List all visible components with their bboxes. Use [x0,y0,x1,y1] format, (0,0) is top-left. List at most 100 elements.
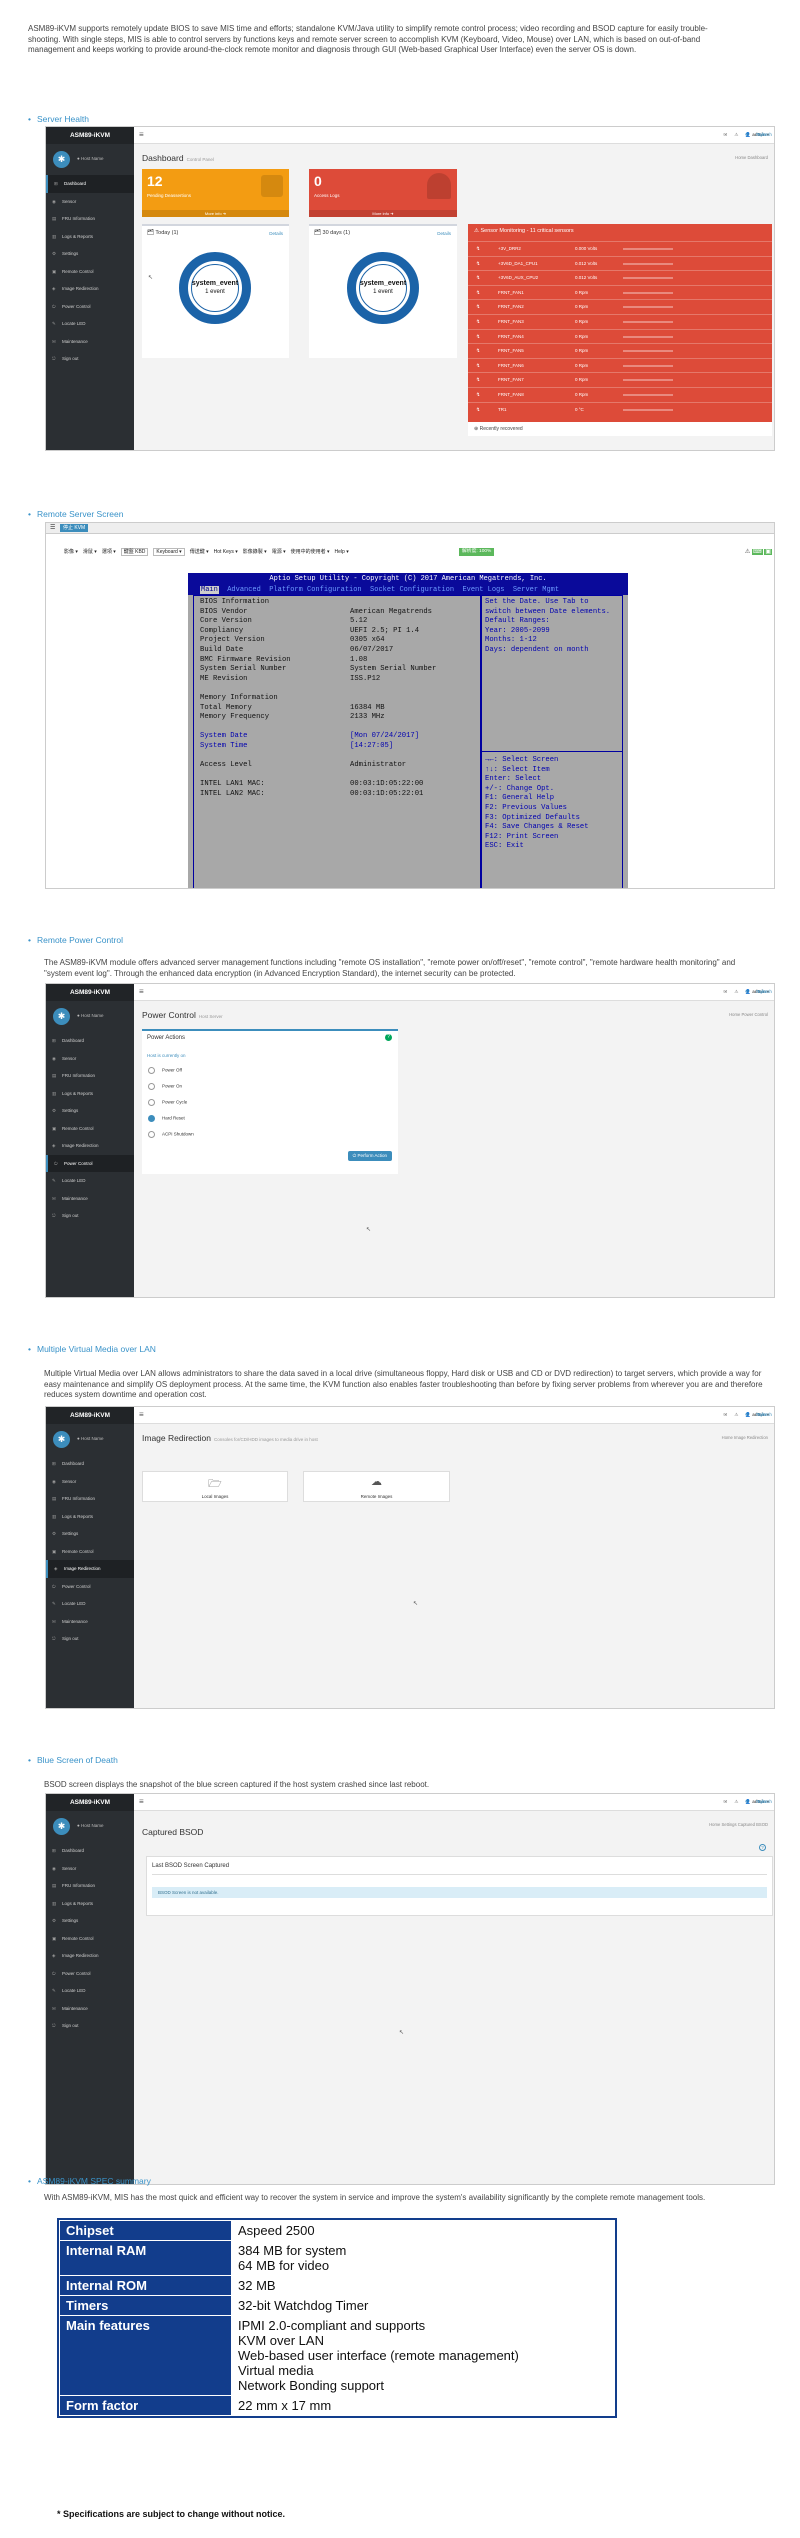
sensor-row[interactable]: ↯ FRNT_FAN8 0 Rpm [468,387,772,401]
sidebar-item-sign-out[interactable]: ⎋ Sign out [46,1207,134,1225]
more-info-link[interactable]: More info ➜ [309,210,457,217]
bios-field-value[interactable]: [Mon 07/24/2017] [350,732,419,740]
envelope-icon[interactable]: ✉ [724,1412,728,1417]
sidebar-item-logs-reports[interactable]: ▥ Logs & Reports [46,228,134,246]
breadcrumb[interactable]: Home Dashboard [735,155,768,160]
details-link[interactable]: Details [437,231,451,236]
menu-toggle-icon[interactable]: ≡ [139,1797,144,1806]
sidebar-item-locate-led[interactable]: ✎ Locate LED [46,315,134,333]
power-option-hard-reset[interactable]: Hard Reset [148,1115,185,1122]
sidebar-item-sensor[interactable]: ◉ Sensor [46,1473,134,1491]
sidebar-item-remote-control[interactable]: ▣ Remote Control [46,263,134,281]
sidebar-item-sign-out[interactable]: ⎋ Sign out [46,2017,134,2035]
radio-button[interactable] [148,1115,155,1122]
more-info-link[interactable]: More info ➜ [142,210,289,217]
sensor-row[interactable]: ↯ +3V6D_DA1_CPU1 0.012 Volts [468,255,772,270]
kvm-menu-item[interactable]: 選項 ▾ [102,549,116,555]
kvm-menu-item[interactable]: 鍵盤 KBD [120,548,149,556]
bell-icon[interactable]: ⚠ [734,1412,738,1417]
sidebar-item-remote-control[interactable]: ▣ Remote Control [46,1930,134,1948]
radio-button[interactable] [148,1067,155,1074]
envelope-icon[interactable]: ✉ [724,132,728,137]
sidebar-item-locate-led[interactable]: ✎ Locate LED [46,1982,134,2000]
local-images-button[interactable]: 🗁 Local Images [142,1471,288,1502]
sidebar-item-dashboard[interactable]: ⊞ Dashboard [46,1455,134,1473]
bios-field-label[interactable]: System Time [200,742,247,750]
sidebar-item-dashboard[interactable]: ⊞ Dashboard [46,1842,134,1860]
sidebar-item-settings[interactable]: ⚙ Settings [46,1912,134,1930]
kvm-menu-item[interactable]: Hot Keys ▾ [214,549,238,555]
kvm-menu-item[interactable]: 使用中的使用者 ▾ [291,549,330,555]
menu-toggle-icon[interactable]: ≡ [139,987,144,996]
kvm-menu-item[interactable]: 電源 ▾ [272,549,286,555]
sidebar-item-locate-led[interactable]: ✎ Locate LED [46,1595,134,1613]
power-option-power-off[interactable]: Power Off [148,1067,182,1074]
breadcrumb[interactable]: Home Image Redirection [722,1435,768,1440]
refresh-button[interactable]: ⟳ Refresh [745,132,772,138]
kvm-menu-item[interactable]: 影像 ▾ [64,549,78,555]
sidebar-item-sign-out[interactable]: ⎋ Sign out [46,350,134,368]
kvm-menu-item[interactable]: Keyboard ▾ [153,548,185,556]
sidebar-item-dashboard[interactable]: ⊞ Dashboard [46,175,134,193]
radio-button[interactable] [148,1083,155,1090]
section-heading-power-control[interactable]: Remote Power Control [28,935,123,945]
recently-recovered-link[interactable]: ⊕ Recently recovered [468,422,772,436]
sidebar-item-logs-reports[interactable]: ▥ Logs & Reports [46,1085,134,1103]
sensor-row[interactable]: ↯ FRNT_FAN4 0 Rpm [468,328,772,343]
warning-icon[interactable]: ⚠ [745,549,750,555]
sidebar-item-image-redirection[interactable]: ◈ Image Redirection [46,1947,134,1965]
help-icon[interactable]: ? [759,1844,766,1851]
help-icon[interactable]: ? [385,1034,392,1041]
sidebar-item-image-redirection[interactable]: ◈ Image Redirection [46,1560,134,1578]
section-heading-bsod[interactable]: Blue Screen of Death [28,1755,118,1765]
sidebar-item-fru-information[interactable]: ▤ FRU Information [46,210,134,228]
menu-toggle-icon[interactable]: ≡ [139,1410,144,1419]
bell-icon[interactable]: ⚠ [734,132,738,137]
sidebar-item-image-redirection[interactable]: ◈ Image Redirection [46,1137,134,1155]
sensor-row[interactable]: ↯ FRNT_FAN2 0 Rpm [468,299,772,313]
power-option-power-on[interactable]: Power On [148,1083,182,1090]
bios-field-label[interactable]: System Date [200,732,247,740]
pending-deassertions-tile[interactable]: 12 Pending Deassertions More info ➜ [142,169,289,217]
kvm-menu-item[interactable]: 影像錄製 ▾ [243,549,267,555]
sidebar-item-remote-control[interactable]: ▣ Remote Control [46,1543,134,1561]
refresh-button[interactable]: ⟳ Refresh [745,1799,772,1805]
bios-tab-list[interactable]: Advanced Platform Configuration Socket C… [219,586,559,594]
sidebar-item-logs-reports[interactable]: ▥ Logs & Reports [46,1508,134,1526]
sidebar-item-sign-out[interactable]: ⎋ Sign out [46,1630,134,1648]
window-menu-icon[interactable]: ☰ [50,524,55,531]
menu-toggle-icon[interactable]: ≡ [139,130,144,139]
sensor-row[interactable]: ↯ TR1 0 °C [468,401,772,416]
sensor-row[interactable]: ↯ FRNT_FAN5 0 Rpm [468,343,772,357]
remote-images-button[interactable]: ☁ Remote Images [303,1471,450,1502]
sensor-row[interactable]: ↯ FRNT_FAN6 0 Rpm [468,357,772,372]
envelope-icon[interactable]: ✉ [724,989,728,994]
radio-button[interactable] [148,1131,155,1138]
sidebar-item-settings[interactable]: ⚙ Settings [46,245,134,263]
access-logs-tile[interactable]: 0 Access Logs More info ➜ [309,169,457,217]
sensor-row[interactable]: ↯ FRNT_FAN7 0 Rpm [468,372,772,386]
sidebar-item-locate-led[interactable]: ✎ Locate LED [46,1172,134,1190]
power-option-acpi-shutdown[interactable]: ACPI Shutdown [148,1131,194,1138]
sidebar-item-power-control[interactable]: ⏻ Power Control [46,1965,134,1983]
kvm-menu-item[interactable]: 傳送鍵 ▾ [190,549,209,555]
sidebar-item-sensor[interactable]: ◉ Sensor [46,193,134,211]
sensor-row[interactable]: ↯ +3V_DRR2 0.000 Volts [468,241,772,255]
keyboard-icon[interactable]: ⌨ [751,549,763,555]
breadcrumb[interactable]: Home Power Control [729,1012,768,1017]
mouse-icon[interactable]: ▣ [764,549,772,555]
bios-tab-main[interactable]: Main [200,586,219,594]
sensor-row[interactable]: ↯ FRNT_FAN1 0 Rpm [468,284,772,299]
power-option-power-cycle[interactable]: Power Cycle [148,1099,187,1106]
perform-action-button[interactable]: ⏻ Perform Action [347,1151,392,1161]
sidebar-item-maintenance[interactable]: ✉ Maintenance [46,1613,134,1631]
breadcrumb[interactable]: Home Settings Captured BSOD [709,1822,768,1827]
zoom-button[interactable]: 解析度: 100% [459,548,495,556]
bell-icon[interactable]: ⚠ [734,1799,738,1804]
envelope-icon[interactable]: ✉ [724,1799,728,1804]
sidebar-item-logs-reports[interactable]: ▥ Logs & Reports [46,1895,134,1913]
sidebar-item-power-control[interactable]: ⏻ Power Control [46,1578,134,1596]
sidebar-item-fru-information[interactable]: ▤ FRU Information [46,1490,134,1508]
refresh-button[interactable]: ⟳ Refresh [745,989,772,995]
sidebar-item-fru-information[interactable]: ▤ FRU Information [46,1067,134,1085]
